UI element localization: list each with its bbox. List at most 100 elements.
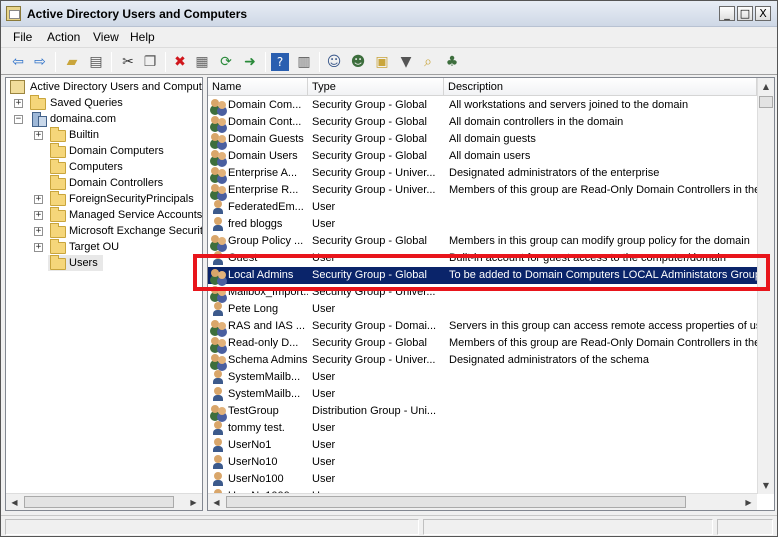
row-type-cell: User bbox=[312, 201, 336, 213]
export-list-icon[interactable]: ➜ bbox=[241, 53, 259, 71]
collapse-icon[interactable]: − bbox=[14, 115, 23, 124]
menu-view[interactable]: View bbox=[93, 30, 119, 44]
menu-help[interactable]: Help bbox=[130, 30, 155, 44]
cut-icon[interactable]: ✂ bbox=[119, 53, 137, 71]
table-row[interactable]: Mailbox_Import... Security Group - Univer… bbox=[208, 284, 757, 301]
column-header-type[interactable]: Type bbox=[308, 78, 444, 96]
table-row[interactable]: Domain Users Security Group - Global All d… bbox=[208, 148, 757, 165]
new-user-icon[interactable]: ☺ bbox=[325, 53, 343, 71]
column-header-description[interactable]: Description bbox=[444, 78, 757, 96]
table-row[interactable]: Domain Cont... Security Group - Global All… bbox=[208, 114, 757, 131]
tree-item-domain[interactable]: − domaina.com bbox=[6, 111, 202, 127]
tree-item-users[interactable]: Users bbox=[48, 255, 103, 271]
table-row[interactable]: RAS and IAS ... Security Group - Domai...… bbox=[208, 318, 757, 335]
expand-icon[interactable]: + bbox=[34, 211, 43, 220]
row-type-cell: User bbox=[312, 303, 336, 315]
table-row[interactable]: Domain Com... Security Group - Global All … bbox=[208, 97, 757, 114]
domain-icon bbox=[30, 112, 47, 127]
column-header-name[interactable]: Name bbox=[208, 78, 308, 96]
expand-icon[interactable]: + bbox=[34, 131, 43, 140]
table-row[interactable]: Group Policy ... Security Group - Global M… bbox=[208, 233, 757, 250]
table-row[interactable]: UserNo100 User bbox=[208, 471, 757, 488]
table-row[interactable]: UserNo1 User bbox=[208, 437, 757, 454]
scroll-left-icon[interactable]: ◀ bbox=[6, 494, 23, 510]
row-name-cell: Local Admins bbox=[228, 269, 294, 281]
scroll-down-icon[interactable]: ▼ bbox=[758, 477, 774, 494]
user-icon bbox=[211, 251, 227, 266]
new-group-icon[interactable]: ☻ bbox=[349, 53, 367, 71]
properties-icon[interactable]: ▦ bbox=[193, 53, 211, 71]
group-icon bbox=[211, 319, 227, 334]
table-row[interactable]: SystemMailb... User bbox=[208, 369, 757, 386]
tree-root[interactable]: Active Directory Users and Comput bbox=[6, 79, 202, 95]
table-row[interactable]: Enterprise A... Security Group - Univer..… bbox=[208, 165, 757, 182]
row-type-cell: Security Group - Global bbox=[312, 116, 427, 128]
menu-action[interactable]: Action bbox=[47, 30, 80, 44]
tree-item-saved-queries[interactable]: + Saved Queries bbox=[6, 95, 202, 111]
table-row[interactable]: SystemMailb... User bbox=[208, 386, 757, 403]
table-row[interactable]: Read-only D... Security Group - Global Mem… bbox=[208, 335, 757, 352]
tree-item-managed-service-accounts[interactable]: + Managed Service Accounts bbox=[6, 207, 202, 223]
scroll-right-icon[interactable]: ▶ bbox=[185, 494, 202, 510]
table-row[interactable]: fred bloggs User bbox=[208, 216, 757, 233]
tree-item-domain-computers[interactable]: Domain Computers bbox=[6, 143, 202, 159]
add-to-group-icon[interactable]: ♣ bbox=[443, 53, 461, 71]
table-row[interactable]: Domain Guests Security Group - Global All … bbox=[208, 131, 757, 148]
find-icon[interactable]: ⌕ bbox=[419, 53, 437, 71]
row-type-cell: Security Group - Univer... bbox=[312, 167, 436, 179]
scroll-up-icon[interactable]: ▲ bbox=[758, 78, 774, 95]
refresh-icon[interactable]: ⟳ bbox=[217, 53, 235, 71]
tree-item-domain-controllers[interactable]: Domain Controllers bbox=[6, 175, 202, 191]
expand-icon[interactable]: + bbox=[34, 243, 43, 252]
folder-icon bbox=[30, 95, 46, 110]
delete-icon[interactable]: ✖ bbox=[171, 53, 189, 71]
row-type-cell: Security Group - Global bbox=[312, 337, 427, 349]
window-title: Active Directory Users and Computers bbox=[27, 7, 248, 21]
tree-item-computers[interactable]: Computers bbox=[6, 159, 202, 175]
scroll-left-icon[interactable]: ◀ bbox=[208, 494, 225, 510]
menu-file[interactable]: File bbox=[13, 30, 32, 44]
table-row[interactable]: Pete Long User bbox=[208, 301, 757, 318]
scroll-right-icon[interactable]: ▶ bbox=[740, 494, 757, 510]
user-icon bbox=[211, 455, 227, 470]
tree-item-builtin[interactable]: + Builtin bbox=[6, 127, 202, 143]
expand-icon[interactable]: + bbox=[34, 227, 43, 236]
maximize-button[interactable]: □ bbox=[737, 6, 753, 21]
table-row[interactable]: Enterprise R... Security Group - Univer..… bbox=[208, 182, 757, 199]
new-ou-icon[interactable]: ▣ bbox=[373, 53, 391, 71]
list-vertical-scrollbar[interactable]: ▲ ▼ bbox=[757, 78, 774, 494]
table-row[interactable]: Guest User Built-in account for guest acce… bbox=[208, 250, 757, 267]
up-folder-icon[interactable]: ▰ bbox=[63, 53, 81, 71]
row-type-cell: User bbox=[312, 473, 336, 485]
close-button[interactable]: X bbox=[755, 6, 771, 21]
back-arrow-icon[interactable]: ⇦ bbox=[9, 53, 27, 71]
table-row[interactable]: Local Admins Security Group - Global To be… bbox=[208, 267, 757, 284]
tree-item-microsoft-exchange-security[interactable]: + Microsoft Exchange Securit bbox=[6, 223, 202, 239]
table-row[interactable]: TestGroup Distribution Group - Uni... bbox=[208, 403, 757, 420]
filter-icon[interactable]: ▼ bbox=[397, 53, 415, 71]
tree-item-target-ou[interactable]: + Target OU bbox=[6, 239, 202, 255]
tree-item-foreign-security-principals[interactable]: + ForeignSecurityPrincipals bbox=[6, 191, 202, 207]
table-row[interactable]: UserNo10 User bbox=[208, 454, 757, 471]
folder-icon bbox=[50, 191, 66, 206]
forward-arrow-icon[interactable]: ⇨ bbox=[31, 53, 49, 71]
copy-icon[interactable]: ❐ bbox=[141, 53, 159, 71]
table-row[interactable]: tommy test. User bbox=[208, 420, 757, 437]
expand-icon[interactable]: + bbox=[14, 99, 23, 108]
scroll-thumb[interactable] bbox=[759, 96, 773, 108]
title-bar[interactable]: Active Directory Users and Computers _ □… bbox=[1, 1, 777, 27]
minimize-button[interactable]: _ bbox=[719, 6, 735, 21]
list-horizontal-scrollbar[interactable]: ◀ ▶ bbox=[208, 493, 757, 510]
tree-horizontal-scrollbar[interactable]: ◀ ▶ bbox=[6, 493, 202, 510]
expand-icon[interactable]: + bbox=[34, 195, 43, 204]
help-icon[interactable]: ? bbox=[271, 53, 289, 71]
aduc-app-icon bbox=[6, 6, 21, 21]
table-row[interactable]: Schema Admins Security Group - Univer... D… bbox=[208, 352, 757, 369]
scroll-thumb[interactable] bbox=[24, 496, 174, 508]
row-name-cell: Guest bbox=[228, 252, 258, 264]
show-hide-tree-icon[interactable]: ▤ bbox=[87, 53, 105, 71]
table-row[interactable]: FederatedEm... User bbox=[208, 199, 757, 216]
console-pane-icon[interactable]: ▥ bbox=[295, 53, 313, 71]
row-description-cell: Designated administrators of the schema bbox=[449, 354, 649, 366]
scroll-thumb[interactable] bbox=[226, 496, 686, 508]
